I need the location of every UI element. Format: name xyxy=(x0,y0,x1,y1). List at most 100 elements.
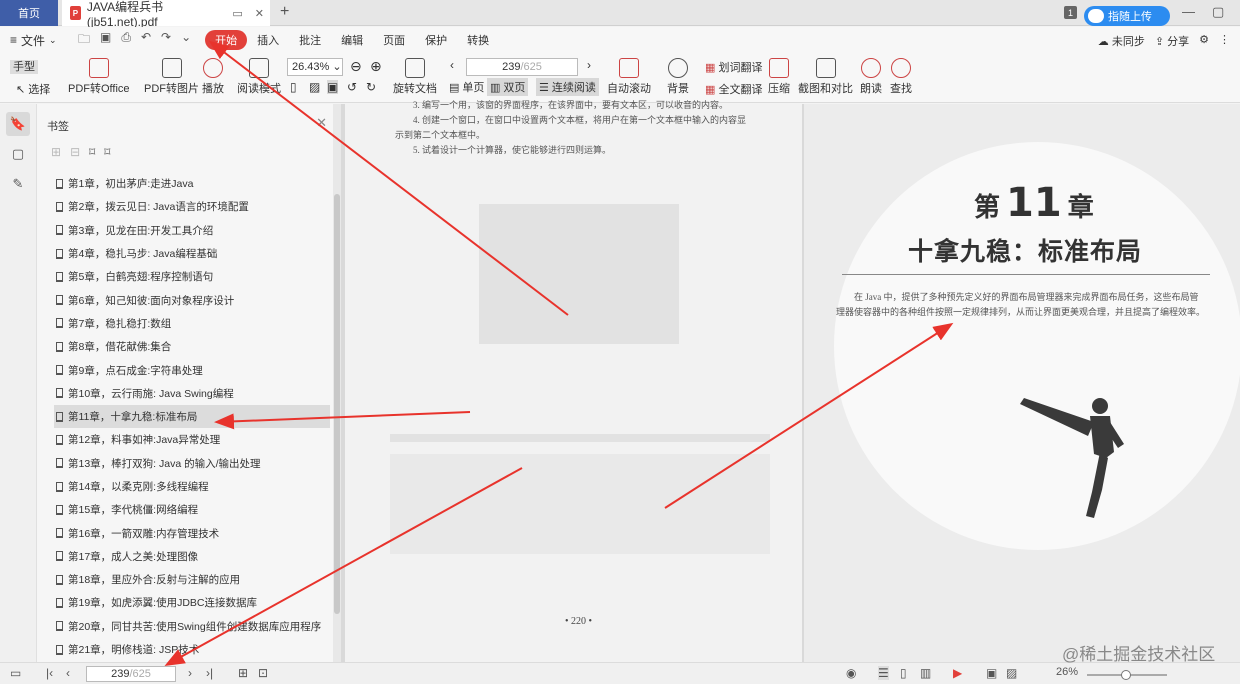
bookmark-item[interactable]: 第4章，稳扎马步: Java编程基础 xyxy=(54,242,330,265)
undo-icon[interactable]: ↶ xyxy=(141,30,151,51)
hand-tool-button[interactable]: 手型 xyxy=(10,58,38,74)
bookmark-item[interactable]: 第13章，棒打双狗: Java 的输入/输出处理 xyxy=(54,452,330,475)
bookmark-item[interactable]: 第5章，白鹤亮翅:程序控制语句 xyxy=(54,265,330,288)
status-actual-size-icon[interactable]: ▣ xyxy=(986,666,997,680)
status-fit-icon[interactable]: ▨ xyxy=(1006,666,1017,680)
single-page-button[interactable]: ▤ 单页 xyxy=(446,78,487,96)
word-translate-button[interactable]: ▦ 划词翻译 xyxy=(705,59,762,75)
bookmark-item[interactable]: 第1章，初出茅庐:走进Java xyxy=(54,172,330,195)
save-icon[interactable]: ▣ xyxy=(100,30,111,51)
status-prev-page-icon[interactable]: ‹ xyxy=(66,666,70,680)
bookmark-item[interactable]: 第19章，如虎添翼:使用JDBC连接数据库 xyxy=(54,591,330,614)
tab-convert[interactable]: 转换 xyxy=(457,30,499,50)
cloud-upload-button[interactable]: 指随上传 xyxy=(1084,6,1170,26)
tab-edit[interactable]: 编辑 xyxy=(331,30,373,50)
tab-start[interactable]: 开始 xyxy=(205,30,248,50)
read-mode-button[interactable]: 阅读模式 xyxy=(234,58,284,96)
bookmark-item[interactable]: 第3章，见龙在田:开发工具介绍 xyxy=(54,219,330,242)
next-page-icon[interactable]: › xyxy=(587,58,591,72)
tab-home[interactable]: 首页 xyxy=(0,0,58,26)
settings-icon[interactable]: ⚙ xyxy=(1199,33,1209,49)
bookmark-collapse-icon[interactable]: ⌑ xyxy=(104,145,110,159)
background-button[interactable]: 背景 xyxy=(667,58,689,96)
select-tool-button[interactable]: ↖ 选择 xyxy=(16,81,50,97)
bookmark-item[interactable]: 第17章，成人之美:处理图像 xyxy=(54,545,330,568)
zoom-field[interactable]: 26.43% ⌄ xyxy=(287,58,343,76)
bookmark-item[interactable]: 第11章，十拿九稳:标准布局 xyxy=(54,404,330,429)
close-panel-icon[interactable]: ✕ xyxy=(316,115,327,131)
rotate-right-icon[interactable]: ↻ xyxy=(366,80,376,94)
zoom-slider[interactable] xyxy=(1087,670,1167,680)
open-folder-icon[interactable]: 🗀 xyxy=(78,30,90,51)
sidebar-toggle-icon[interactable]: ▭ xyxy=(10,666,21,680)
status-play-icon[interactable]: ▶ xyxy=(953,666,962,680)
tab-document[interactable]: P JAVA编程兵书(jb51.net).pdf ▭ ✕ xyxy=(62,0,270,29)
tab-insert[interactable]: 插入 xyxy=(247,30,289,50)
bookmark-panel-icon[interactable]: 🔖 xyxy=(6,112,30,136)
bookmark-item[interactable]: 第14章，以柔克刚:多线程编程 xyxy=(54,475,330,498)
status-page-field[interactable]: 239/625 xyxy=(86,666,176,682)
rotate-left-icon[interactable]: ↺ xyxy=(347,80,357,94)
close-tab-icon[interactable]: ✕ xyxy=(255,7,264,20)
last-page-icon[interactable]: ›| xyxy=(206,666,213,680)
pdf-to-image-button[interactable]: PDF转图片 xyxy=(144,58,199,96)
redo-icon[interactable]: ↷ xyxy=(161,30,171,51)
read-aloud-button[interactable]: 朗读 xyxy=(860,58,882,96)
bookmark-item[interactable]: 第16章，一箭双雕:内存管理技术 xyxy=(54,521,330,544)
add-bookmark-icon[interactable]: ⊞ xyxy=(51,145,61,159)
first-page-icon[interactable]: |‹ xyxy=(46,666,53,680)
delete-bookmark-icon[interactable]: ⊟ xyxy=(70,145,80,159)
bookmark-item[interactable]: 第2章，拨云见日: Java语言的环境配置 xyxy=(54,195,330,218)
tab-protect[interactable]: 保护 xyxy=(415,30,457,50)
minimize-icon[interactable]: — xyxy=(1182,4,1195,19)
annotation-panel-icon[interactable]: ✎ xyxy=(6,172,30,196)
add-page-icon[interactable]: ⊞ xyxy=(238,666,248,680)
double-page-button[interactable]: ▥ 双页 xyxy=(487,78,529,96)
share-button[interactable]: ⇪ 分享 xyxy=(1155,33,1189,49)
more-icon[interactable]: ⋮ xyxy=(1219,33,1230,49)
prev-page-icon[interactable]: ‹ xyxy=(450,58,454,72)
maximize-icon[interactable]: ▢ xyxy=(1212,4,1224,20)
bookmark-item[interactable]: 第15章，李代桃僵:网络编程 xyxy=(54,498,330,521)
play-button[interactable]: 播放 xyxy=(202,58,224,96)
zoom-in-icon[interactable]: ⊕ xyxy=(370,58,382,75)
bookmark-item[interactable]: 第12章，料事如神:Java异常处理 xyxy=(54,428,330,451)
status-single-icon[interactable]: ▯ xyxy=(900,666,907,680)
thumbnail-panel-icon[interactable]: ▢ xyxy=(6,142,30,166)
fit-width-icon[interactable]: ▣ xyxy=(327,80,339,94)
bookmark-item[interactable]: 第8章，借花献佛:集合 xyxy=(54,335,330,358)
bookmark-item[interactable]: 第21章，明修栈道: JSP技术 xyxy=(54,638,330,661)
bookmark-item[interactable]: 第9章，点石成金:字符串处理 xyxy=(54,358,330,381)
full-translate-button[interactable]: ▦ 全文翻译 xyxy=(705,81,762,97)
tab-window-icon[interactable]: ▭ xyxy=(232,7,242,20)
customize-chevron-icon[interactable]: ⌄ xyxy=(181,30,191,51)
continuous-read-button[interactable]: ☰ 连续阅读 xyxy=(536,78,599,96)
page-number-field[interactable]: 239/625 xyxy=(466,58,578,76)
status-double-icon[interactable]: ▥ xyxy=(920,666,931,680)
new-tab-button[interactable]: + xyxy=(280,3,289,21)
file-menu[interactable]: ≡ 文件 ⌄ xyxy=(0,32,72,49)
tab-annotate[interactable]: 批注 xyxy=(289,30,331,50)
tab-page[interactable]: 页面 xyxy=(373,30,415,50)
bookmark-item[interactable]: 第18章，里应外合:反射与注解的应用 xyxy=(54,568,330,591)
pdf-to-office-button[interactable]: PDF转Office xyxy=(68,58,130,96)
auto-scroll-button[interactable]: 自动滚动 xyxy=(607,58,651,96)
screenshot-compare-button[interactable]: 截图和对比 xyxy=(798,58,853,96)
fit-page-icon[interactable]: ▨ xyxy=(309,80,320,94)
actual-size-icon[interactable]: ▯ xyxy=(290,80,297,94)
bookmark-item[interactable]: 第7章，稳扎稳打:数组 xyxy=(54,312,330,335)
zoom-out-icon[interactable]: ⊖ xyxy=(350,58,362,75)
eye-protection-icon[interactable]: ◉ xyxy=(846,666,856,680)
zoom-slider-knob[interactable] xyxy=(1121,670,1131,680)
bookmark-item[interactable]: 第20章，同甘共苦:使用Swing组件创建数据库应用程序 xyxy=(54,615,330,638)
find-button[interactable]: 查找 xyxy=(890,58,912,96)
bookmark-item[interactable]: 第10章，云行雨施: Java Swing编程 xyxy=(54,382,330,405)
status-continuous-icon[interactable]: ☰ xyxy=(878,666,889,680)
compress-button[interactable]: 压缩 xyxy=(768,58,790,96)
status-next-page-icon[interactable]: › xyxy=(188,666,192,680)
rotate-document-button[interactable]: 旋转文档 xyxy=(393,58,437,96)
export-page-icon[interactable]: ⊡ xyxy=(258,666,268,680)
print-icon[interactable]: ⎙ xyxy=(121,30,131,51)
bookmark-expand-icon[interactable]: ⌑ xyxy=(89,145,95,159)
bookmark-scrollbar[interactable] xyxy=(333,104,341,662)
